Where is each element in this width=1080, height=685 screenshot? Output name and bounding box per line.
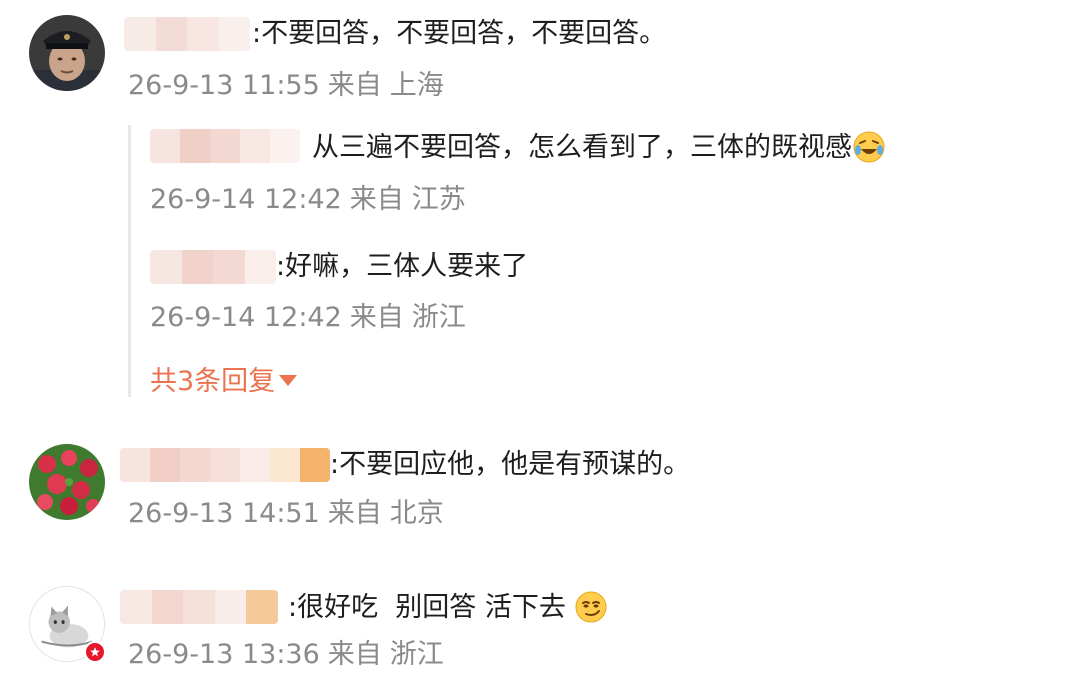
comment-body: 不要回答，不要回答，不要回答。 [261, 18, 667, 49]
reply-date: 26-9-14 12:42 [150, 302, 342, 333]
name-separator: : [330, 449, 340, 480]
from-label: 来自 [349, 302, 404, 333]
verified-badge-icon [84, 641, 106, 663]
smirk-emoji-icon [574, 590, 608, 624]
reply-location: 浙江 [411, 302, 466, 333]
reply-body: 从三遍不要回答，怎么看到了，三体的既视感 [312, 132, 852, 163]
comment-text: :不要回应他，他是有预谋的。 [330, 447, 690, 483]
comment-location: 浙江 [389, 639, 444, 670]
comment-date: 26-9-13 13:36 [128, 639, 320, 670]
from-label: 来自 [327, 639, 382, 670]
comment-meta: 26-9-13 14:51 来自 北京 [128, 497, 444, 531]
comment-location: 北京 [389, 498, 444, 529]
blurred-username[interactable] [150, 250, 276, 284]
soldier-avatar-icon[interactable] [29, 15, 105, 91]
more-replies-link[interactable]: 共3条回复 [150, 364, 298, 400]
name-separator: : [288, 592, 298, 623]
comment-body: 很好吃 别回答 活下去 [297, 592, 566, 623]
reply-date: 26-9-14 12:42 [150, 184, 342, 215]
flowers-avatar-icon[interactable] [29, 444, 105, 520]
name-separator: : [276, 251, 286, 282]
comment-text: :不要回答，不要回答，不要回答。 [252, 16, 666, 52]
reply-thread-bar [128, 125, 131, 397]
laugh-cry-emoji-icon [852, 130, 886, 164]
blurred-username[interactable] [120, 448, 330, 482]
comment-body: 不要回应他，他是有预谋的。 [339, 449, 691, 480]
from-label: 来自 [327, 70, 382, 101]
comment-meta: 26-9-13 13:36 来自 浙江 [128, 638, 444, 672]
reply-location: 江苏 [411, 184, 466, 215]
from-label: 来自 [327, 498, 382, 529]
name-separator: : [252, 18, 262, 49]
comment-date: 26-9-13 11:55 [128, 70, 320, 101]
blurred-username[interactable] [124, 17, 250, 51]
comment-date: 26-9-13 14:51 [128, 498, 320, 529]
comment-location: 上海 [389, 70, 444, 101]
reply-text: :好嘛，三体人要来了 [276, 249, 528, 285]
blurred-username[interactable] [120, 590, 278, 624]
caret-down-icon [279, 375, 298, 386]
comment-meta: 26-9-13 11:55 来自 上海 [128, 69, 444, 103]
reply-meta: 26-9-14 12:42 来自 浙江 [150, 301, 466, 335]
comment-text: :很好吃 别回答 活下去 [288, 590, 608, 626]
reply-meta: 26-9-14 12:42 来自 江苏 [150, 183, 466, 217]
blurred-username[interactable] [150, 129, 300, 163]
reply-body: 好嘛，三体人要来了 [285, 251, 529, 282]
more-replies-label: 共3条回复 [150, 366, 276, 397]
from-label: 来自 [349, 184, 404, 215]
reply-text: 从三遍不要回答，怎么看到了，三体的既视感 [312, 130, 886, 166]
